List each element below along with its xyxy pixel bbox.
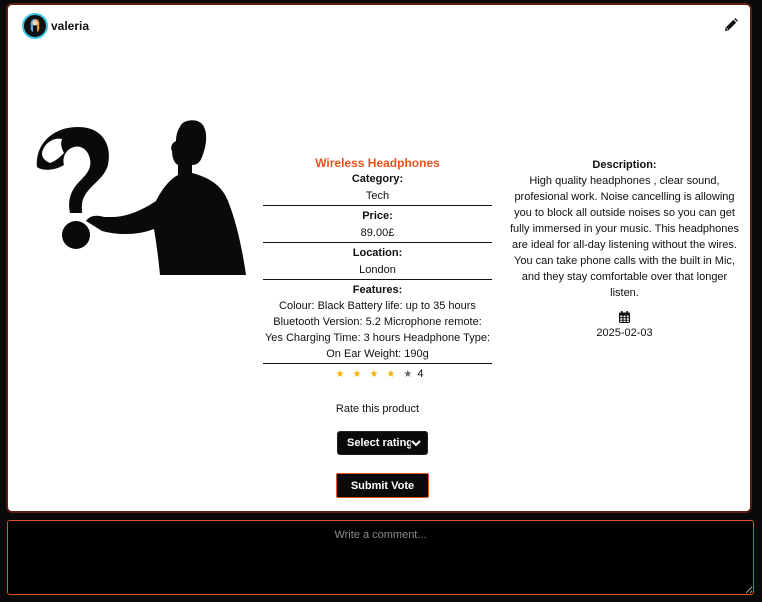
price-value: 89.00£ (360, 227, 395, 239)
rating-stars: ★ ★ ★ ★ ★ (332, 368, 417, 380)
star-icon: ★ (386, 369, 396, 380)
description-section: Description: High quality headphones , c… (508, 157, 741, 341)
star-icon: ★ (352, 369, 362, 380)
author-info[interactable]: valeria (22, 13, 89, 39)
star-icon: ★ (369, 369, 379, 380)
submit-vote-button[interactable]: Submit Vote (336, 473, 429, 498)
price-label: Price: (362, 210, 393, 222)
rating-select[interactable]: Select rating (337, 431, 428, 455)
chevron-down-icon (410, 437, 422, 452)
rate-label: Rate this product (335, 403, 420, 415)
category-label: Category: (351, 173, 404, 185)
rating-value: 4 (417, 368, 424, 380)
calendar-icon (508, 311, 741, 323)
star-icon: ★ (403, 369, 413, 380)
rating-select-value: Select rating (347, 437, 411, 449)
features-label: Features: (352, 284, 403, 296)
product-image (32, 117, 254, 280)
star-icon: ★ (335, 369, 345, 380)
divider (263, 279, 492, 280)
divider (263, 363, 492, 364)
divider (263, 242, 492, 243)
user-avatar-icon (30, 19, 40, 32)
divider (263, 205, 492, 206)
pencil-icon[interactable] (724, 18, 738, 37)
product-details: Wireless Headphones Category: Tech Price… (263, 155, 492, 380)
category-value: Tech (365, 190, 390, 202)
location-label: Location: (352, 247, 403, 259)
product-card: valeria Wireless Headphones Category: Te… (6, 3, 752, 513)
features-value: Colour: Black Battery life: up to 35 hou… (264, 300, 491, 360)
rating-display: ★ ★ ★ ★ ★ 4 (263, 368, 492, 380)
description-text: High quality headphones , clear sound, p… (509, 175, 740, 299)
description-label: Description: (592, 159, 657, 171)
author-name[interactable]: valeria (51, 19, 89, 33)
location-value: London (359, 264, 396, 276)
avatar[interactable] (22, 13, 48, 39)
product-title: Wireless Headphones (315, 156, 440, 170)
comment-input[interactable] (7, 520, 754, 595)
post-date: 2025-02-03 (596, 327, 653, 339)
